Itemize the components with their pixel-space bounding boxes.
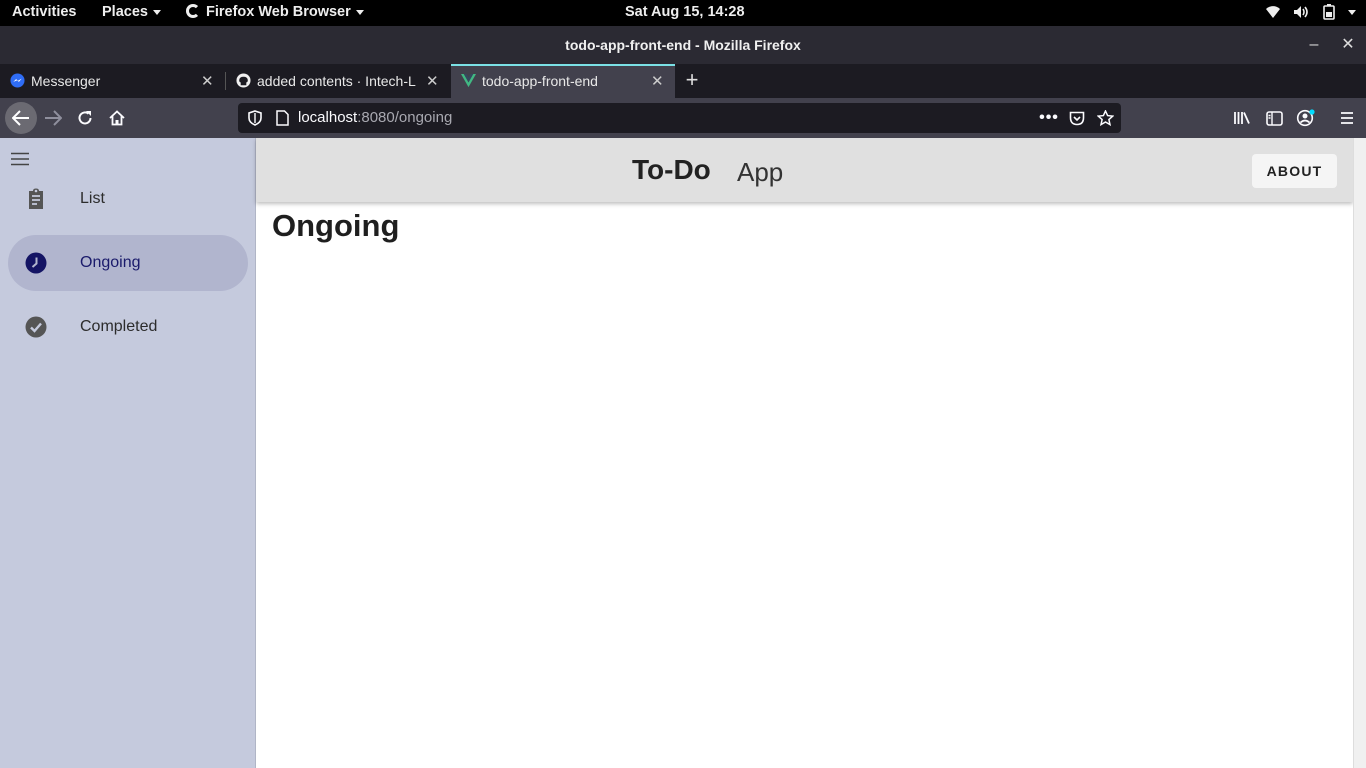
pocket-button[interactable] xyxy=(1067,108,1087,128)
window-title: todo-app-front-end - Mozilla Firefox xyxy=(565,37,801,53)
messenger-icon xyxy=(10,73,25,88)
nav-item-ongoing[interactable]: Ongoing xyxy=(8,235,248,291)
url-bar[interactable]: localhost:8080/ongoing ••• xyxy=(238,103,1121,133)
nav-item-completed[interactable]: Completed xyxy=(8,299,248,355)
github-icon xyxy=(236,73,251,88)
close-window-button[interactable]: ✕ xyxy=(1337,34,1359,56)
system-tray[interactable] xyxy=(1265,4,1356,20)
nav-item-label: List xyxy=(80,190,105,207)
page-viewport: List Ongoing Completed To-Do App ABOUT O… xyxy=(0,138,1366,768)
activities-button[interactable]: Activities xyxy=(12,4,76,20)
navigation-drawer: List Ongoing Completed xyxy=(0,138,256,768)
reload-icon xyxy=(78,111,92,125)
shield-icon xyxy=(248,110,262,126)
url-text[interactable]: localhost:8080/ongoing xyxy=(298,109,452,126)
hamburger-icon xyxy=(1341,112,1353,124)
places-label: Places xyxy=(102,4,148,20)
tab-title: added contents · Intech-L xyxy=(257,73,416,89)
arrow-left-icon xyxy=(12,110,29,126)
account-icon xyxy=(1296,109,1315,127)
check-circle-icon xyxy=(25,316,47,338)
account-button[interactable] xyxy=(1293,105,1319,131)
tracking-protection-button[interactable] xyxy=(245,108,265,128)
url-host: localhost xyxy=(298,109,358,126)
home-icon xyxy=(109,110,125,126)
close-tab-icon[interactable]: ✕ xyxy=(426,72,439,90)
chevron-down-icon xyxy=(152,9,161,15)
chevron-down-icon xyxy=(355,9,364,15)
tab-title: todo-app-front-end xyxy=(482,73,598,89)
chevron-down-icon xyxy=(1348,9,1356,15)
home-button[interactable] xyxy=(104,105,130,131)
star-icon xyxy=(1096,110,1114,126)
app-menu-button[interactable] xyxy=(1334,105,1360,131)
window-titlebar: todo-app-front-end - Mozilla Firefox – ✕ xyxy=(0,26,1366,64)
nav-item-label: Ongoing xyxy=(80,254,141,271)
tab-messenger[interactable]: Messenger ✕ xyxy=(0,64,225,98)
tab-strip: Messenger ✕ added contents · Intech-L ✕ … xyxy=(0,64,1366,98)
app-menu[interactable]: Firefox Web Browser xyxy=(186,4,364,20)
bookmark-button[interactable] xyxy=(1095,108,1115,128)
vertical-scrollbar[interactable] xyxy=(1353,138,1366,768)
close-tab-icon[interactable]: ✕ xyxy=(651,72,664,90)
brand-subtitle: App xyxy=(737,157,784,187)
clock-icon xyxy=(25,252,47,274)
sidebar-button[interactable] xyxy=(1261,105,1287,131)
clock[interactable]: Sat Aug 15, 14:28 xyxy=(625,4,745,20)
volume-icon xyxy=(1294,6,1308,18)
more-icon: ••• xyxy=(1039,109,1059,126)
brand-title: To-Do xyxy=(632,154,711,185)
vue-icon xyxy=(461,73,476,88)
library-button[interactable] xyxy=(1229,105,1255,131)
app-menu-label: Firefox Web Browser xyxy=(206,4,351,20)
menu-icon[interactable] xyxy=(9,150,31,168)
about-button[interactable]: ABOUT xyxy=(1252,154,1337,188)
close-tab-icon[interactable]: ✕ xyxy=(201,72,214,90)
library-icon xyxy=(1234,112,1250,124)
places-menu[interactable]: Places xyxy=(102,4,161,20)
tab-title: Messenger xyxy=(31,73,101,89)
reload-button[interactable] xyxy=(72,105,98,131)
wifi-icon xyxy=(1266,6,1280,18)
nav-item-list[interactable]: List xyxy=(8,171,248,227)
forward-button[interactable] xyxy=(40,105,66,131)
app-bar: To-Do App ABOUT xyxy=(256,138,1353,202)
site-info-button[interactable] xyxy=(272,108,292,128)
clipboard-icon xyxy=(29,188,43,209)
page-title: Ongoing xyxy=(272,208,400,243)
battery-icon xyxy=(1323,4,1335,20)
back-button[interactable] xyxy=(5,102,37,134)
minimize-button[interactable]: – xyxy=(1303,34,1325,56)
pocket-icon xyxy=(1069,111,1085,125)
firefox-icon xyxy=(186,4,200,18)
navigation-toolbar: localhost:8080/ongoing ••• xyxy=(0,98,1366,138)
new-tab-button[interactable]: + xyxy=(682,69,702,93)
tab-todo-app[interactable]: todo-app-front-end ✕ xyxy=(451,64,675,98)
page-actions-button[interactable]: ••• xyxy=(1039,108,1059,128)
url-path: :8080/ongoing xyxy=(357,109,453,126)
arrow-right-icon xyxy=(45,110,62,126)
nav-item-label: Completed xyxy=(80,318,158,335)
page-icon xyxy=(275,110,289,126)
system-top-bar: Activities Places Firefox Web Browser Sa… xyxy=(0,0,1366,26)
sidebar-icon xyxy=(1265,110,1283,126)
tab-github[interactable]: added contents · Intech-L ✕ xyxy=(226,64,450,98)
